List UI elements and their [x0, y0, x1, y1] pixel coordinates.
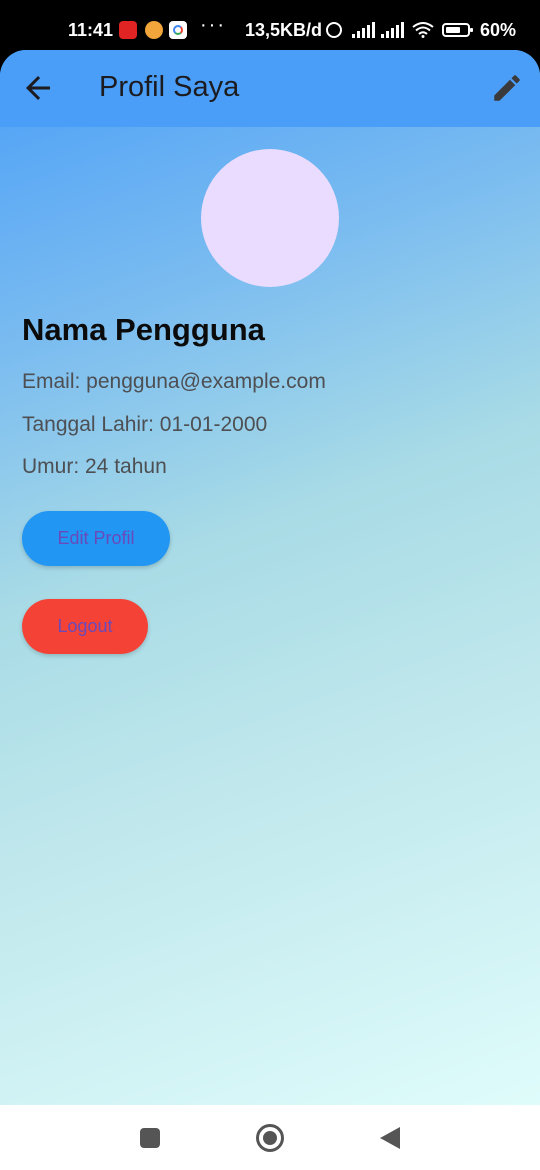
profile-screen: Profil Saya Nama Pengguna Email: penggun… — [0, 50, 540, 1105]
battery-icon — [442, 23, 473, 37]
wifi-icon — [412, 22, 434, 38]
logout-button[interactable]: Logout — [22, 599, 148, 654]
edit-profile-label: Edit Profil — [57, 528, 135, 548]
user-age: Umur: 24 tahun — [22, 455, 167, 478]
system-navigation-bar — [0, 1105, 540, 1170]
app-bar: Profil Saya — [0, 50, 540, 127]
back-arrow-icon[interactable] — [20, 70, 56, 106]
page-title: Profil Saya — [99, 71, 240, 103]
notification-game-icon — [145, 21, 163, 39]
logout-label: Logout — [57, 616, 113, 636]
signal-icon — [352, 22, 375, 38]
pencil-icon[interactable] — [490, 71, 524, 105]
status-time: 11:41 — [68, 20, 114, 40]
avatar — [201, 149, 339, 287]
battery-level: 60% — [480, 20, 517, 40]
alarm-icon — [326, 22, 342, 38]
network-speed: 13,5KB/d — [245, 20, 323, 40]
user-name: Nama Pengguna — [22, 312, 265, 347]
google-icon — [169, 21, 187, 39]
edit-profile-button[interactable]: Edit Profil — [22, 511, 170, 566]
user-email: Email: pengguna@example.com — [22, 370, 326, 393]
more-notifications-icon: ··· — [200, 14, 226, 36]
signal-icon-2 — [381, 22, 404, 38]
user-birth-date: Tanggal Lahir: 01-01-2000 — [22, 413, 268, 436]
recents-square-icon[interactable] — [140, 1128, 160, 1148]
home-circle-icon[interactable] — [256, 1124, 284, 1152]
back-triangle-icon[interactable] — [380, 1127, 400, 1149]
notification-app-icon — [119, 21, 137, 39]
